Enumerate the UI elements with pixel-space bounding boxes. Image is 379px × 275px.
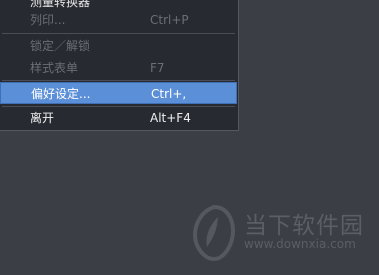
watermark-name: 当下软件园: [244, 213, 364, 239]
file-menu: 测量转换器 列印... Ctrl+P 锁定／解锁 样式表单 F7 偏好设定...…: [0, 0, 239, 131]
menu-item-label: 锁定／解锁: [30, 39, 91, 53]
menu-item-label: 列印...: [30, 13, 66, 27]
watermark-logo-icon: [193, 205, 235, 261]
menu-item-shortcut: F7: [150, 61, 165, 75]
menu-item-print[interactable]: 列印... Ctrl+P: [0, 9, 237, 31]
menu-item-lock-unlock[interactable]: 锁定／解锁: [0, 35, 237, 57]
menu-item-label: 离开: [30, 111, 55, 125]
menu-separator: [2, 80, 235, 81]
menu-item-shortcut: Ctrl+,: [151, 87, 187, 101]
menu-separator: [2, 33, 235, 34]
menu-item-shortcut: Ctrl+P: [150, 13, 189, 27]
menu-item-exit[interactable]: 离开 Alt+F4: [0, 107, 237, 129]
menu-item-preferences[interactable]: 偏好设定... Ctrl+,: [0, 82, 237, 104]
menu-item-label: 样式表单: [30, 61, 79, 75]
menu-item-label: 偏好设定...: [31, 87, 91, 101]
watermark-url: www.downxia.com: [244, 237, 356, 251]
menu-item-stylesheet[interactable]: 样式表单 F7: [0, 57, 237, 79]
menu-item-shortcut: Alt+F4: [150, 111, 191, 125]
